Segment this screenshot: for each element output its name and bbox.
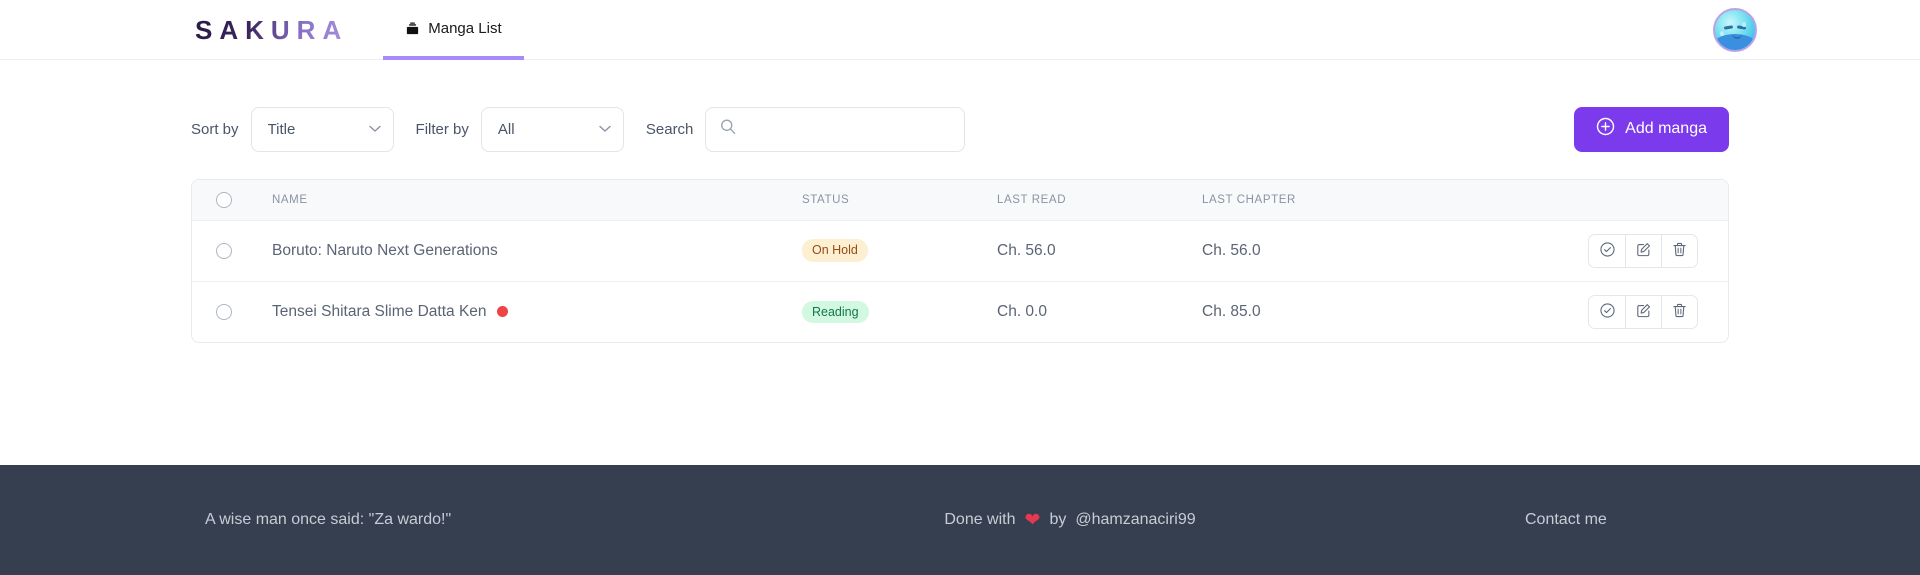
check-circle-icon [1599, 241, 1616, 261]
row-name-cell: Tensei Shitara Slime Datta Ken [264, 280, 794, 342]
book-icon [405, 21, 420, 36]
new-chapter-dot [496, 306, 508, 318]
search-label: Search [645, 120, 694, 138]
footer-credit-mid: by [1049, 511, 1067, 528]
avatar-face [1715, 10, 1755, 50]
footer-contact-link[interactable]: Contact me [1415, 511, 1715, 529]
row-actions [1512, 294, 1720, 329]
add-manga-button[interactable]: Add manga [1574, 106, 1729, 152]
mark-read-button[interactable] [1589, 295, 1625, 328]
avatar-drop-1 [1720, 31, 1724, 36]
footer-quote: A wise man once said: "Za wardo!" [205, 511, 452, 528]
tab-manga-list-label: Manga List [428, 19, 502, 37]
user-avatar[interactable] [1713, 8, 1757, 52]
search-wrap [705, 106, 966, 152]
filter-by-select-wrap: All [480, 106, 624, 152]
row-checkbox[interactable] [216, 303, 232, 320]
select-all-checkbox[interactable] [216, 191, 232, 208]
trash-icon [1671, 302, 1688, 322]
filter-by-label: Filter by [415, 120, 469, 138]
row-actions [1512, 233, 1720, 268]
footer-inner: A wise man once said: "Za wardo!" Done w… [0, 511, 1920, 530]
sort-by-label: Sort by [191, 120, 239, 138]
edit-icon [1635, 302, 1652, 322]
navbar: SAKURA Manga List [0, 0, 1920, 60]
header-status[interactable]: STATUS [794, 180, 989, 221]
avatar-eye-left [1723, 25, 1734, 30]
nav-tabs: Manga List [383, 0, 524, 60]
trash-icon [1671, 241, 1688, 261]
name-cell-inner: Boruto: Naruto Next Generations [272, 242, 786, 260]
edit-button[interactable] [1625, 234, 1661, 267]
table-row[interactable]: Tensei Shitara Slime Datta Ken Reading C… [192, 280, 1728, 342]
row-last-read: Ch. 56.0 [997, 241, 1056, 259]
row-last-read: Ch. 0.0 [989, 280, 1194, 342]
brand-logo[interactable]: SAKURA [195, 0, 348, 60]
row-last-chapter: Ch. 85.0 [1194, 280, 1504, 342]
status-badge: Reading [802, 300, 869, 323]
table-header-row: NAME STATUS LAST READ LAST CHAPTER [192, 180, 1728, 221]
manga-title[interactable]: Boruto: Naruto Next Generations [272, 242, 498, 260]
manga-table-card: NAME STATUS LAST READ LAST CHAPTER Borut… [191, 179, 1729, 343]
controls-bar: Sort by Title Filter by All Search Add m… [191, 106, 1729, 152]
sort-by-select[interactable]: Title [250, 106, 394, 152]
row-checkbox[interactable] [216, 242, 232, 259]
table-body: Boruto: Naruto Next Generations On Hold … [192, 220, 1728, 342]
header-actions [1504, 180, 1728, 221]
footer-author[interactable]: @hamzanaciri99 [1075, 511, 1195, 529]
plus-circle-icon [1596, 117, 1615, 141]
delete-button[interactable] [1661, 295, 1697, 328]
header-last-chapter[interactable]: LAST CHAPTER [1194, 180, 1504, 221]
table-head: NAME STATUS LAST READ LAST CHAPTER [192, 180, 1728, 221]
row-name-cell: Boruto: Naruto Next Generations [264, 220, 794, 281]
footer-credit: Done with ❤ by @hamzanaciri99 [725, 511, 1415, 530]
row-actions-cell [1504, 220, 1728, 281]
sort-by-select-wrap: Title [250, 106, 394, 152]
add-manga-label: Add manga [1625, 120, 1707, 137]
header-select-all [192, 180, 264, 221]
brand-text: SAKURA [195, 14, 349, 45]
row-actions-cell [1504, 280, 1728, 342]
manga-table: NAME STATUS LAST READ LAST CHAPTER Borut… [192, 180, 1728, 342]
table-row[interactable]: Boruto: Naruto Next Generations On Hold … [192, 220, 1728, 281]
footer-credit-prefix: Done with [944, 511, 1016, 528]
action-group [1588, 294, 1698, 329]
name-cell-inner: Tensei Shitara Slime Datta Ken [272, 303, 786, 321]
search-input[interactable] [705, 106, 966, 152]
header-last-read[interactable]: LAST READ [989, 180, 1194, 221]
row-status-cell: Reading [794, 280, 989, 342]
heart-icon: ❤ [1024, 509, 1041, 531]
edit-button[interactable] [1625, 295, 1661, 328]
page-body: Sort by Title Filter by All Search Add m… [0, 60, 1920, 465]
tab-manga-list[interactable]: Manga List [383, 0, 524, 60]
avatar-drop-2 [1742, 22, 1746, 27]
footer: A wise man once said: "Za wardo!" Done w… [0, 465, 1920, 575]
row-last-chapter: Ch. 56.0 [1202, 241, 1261, 259]
manga-title[interactable]: Tensei Shitara Slime Datta Ken [272, 303, 487, 321]
edit-icon [1635, 241, 1652, 261]
row-select-cell [192, 280, 264, 342]
row-select-cell [192, 220, 264, 281]
row-status-cell: On Hold [794, 220, 989, 281]
mark-read-button[interactable] [1589, 234, 1625, 267]
delete-button[interactable] [1661, 234, 1697, 267]
filter-by-select[interactable]: All [480, 106, 624, 152]
check-circle-icon [1599, 302, 1616, 322]
content-container: Sort by Title Filter by All Search Add m… [191, 60, 1729, 343]
action-group [1588, 233, 1698, 268]
navbar-inner: SAKURA Manga List [0, 0, 1920, 60]
status-badge: On Hold [802, 239, 868, 262]
header-name[interactable]: NAME [264, 180, 794, 221]
